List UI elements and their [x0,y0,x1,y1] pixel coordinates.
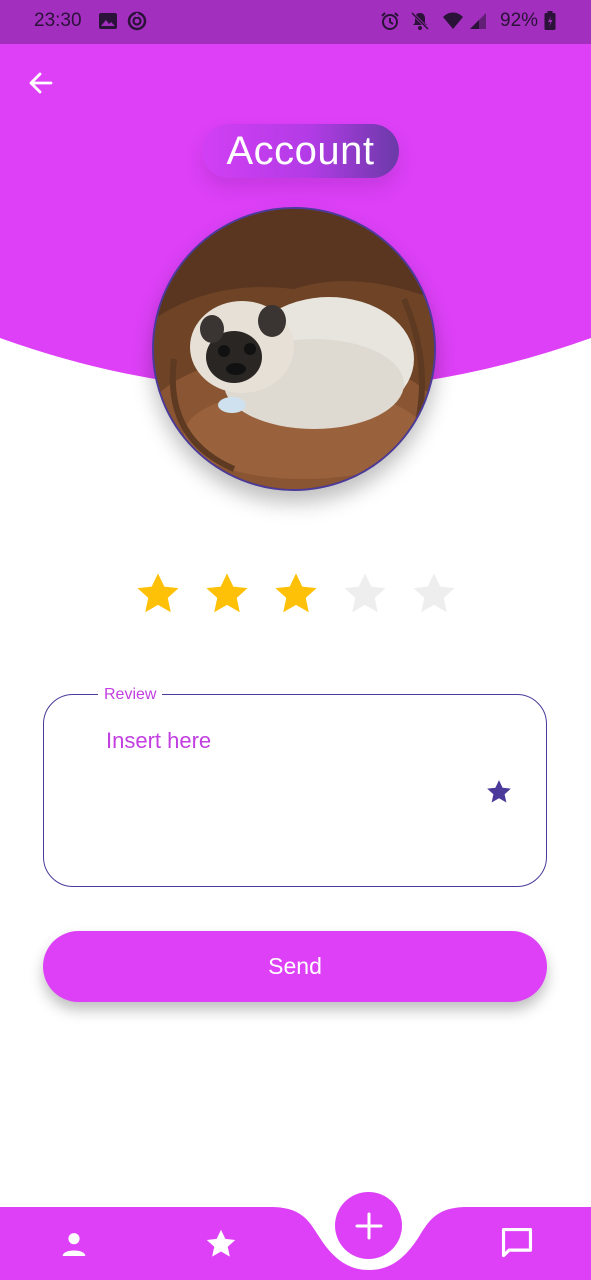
person-icon [62,1233,86,1256]
send-button[interactable]: Send [43,931,547,1002]
rating-star-2[interactable] [201,568,253,620]
status-time: 23:30 [34,10,82,31]
star-icon [137,573,179,613]
star-icon [275,573,317,613]
sync-icon [127,11,147,31]
nav-favorites-button[interactable] [203,1226,239,1262]
image-icon [98,11,118,31]
rating-star-5[interactable] [408,568,460,620]
nav-profile-button[interactable] [58,1228,90,1260]
rating-star-3[interactable] [270,568,322,620]
star-icon [206,1229,236,1257]
chat-icon [501,1227,533,1258]
pug-photo [154,209,434,489]
arrow-left-icon [29,72,53,94]
star-icon [206,573,248,613]
signal-icon [468,11,488,31]
page-title: Account [202,124,399,178]
review-input[interactable] [104,720,468,762]
battery-percentage: 92% [500,10,539,31]
star-rating[interactable] [132,568,462,622]
star-icon [344,573,386,613]
rating-star-1[interactable] [132,568,184,620]
status-bar: 23:30 92% [0,0,591,44]
review-label: Review [98,686,163,704]
star-icon [413,573,455,613]
notifications-off-icon [410,11,430,31]
star-icon[interactable] [484,777,514,807]
battery-icon [544,11,564,31]
back-button[interactable] [24,66,58,100]
add-button[interactable] [335,1192,402,1259]
rating-star-4[interactable] [339,568,391,620]
nav-chat-button[interactable] [498,1224,536,1262]
alarm-icon [380,11,400,31]
wifi-icon [442,11,463,31]
avatar[interactable] [152,207,436,491]
add-icon [355,1212,382,1239]
